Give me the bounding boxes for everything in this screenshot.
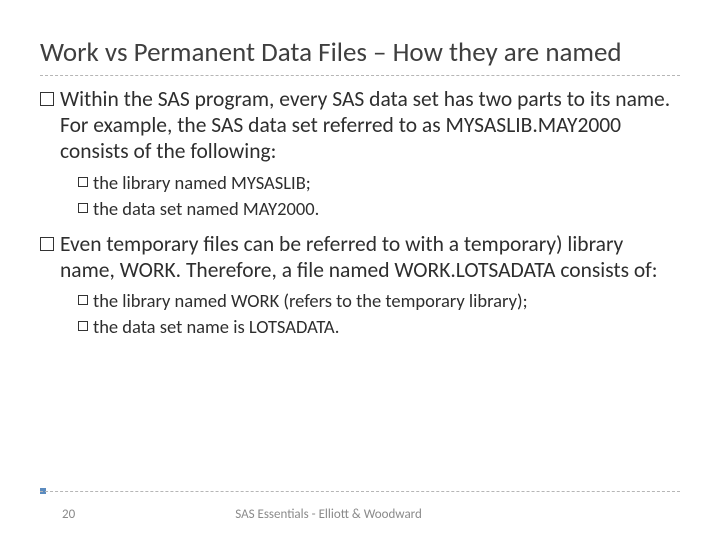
page-number: 20 — [62, 507, 75, 522]
subbullet-text: the library named WORK (refers to the te… — [93, 289, 680, 313]
bullet-level2: the data set named MAY2000. — [78, 197, 680, 221]
square-bullet-icon — [40, 237, 54, 251]
subbullet-text: the data set name is LOTSADATA. — [93, 315, 680, 339]
slide-content: Within the SAS program, every SAS data s… — [40, 86, 680, 339]
bullet-text: Within the SAS program, every SAS data s… — [60, 86, 680, 165]
bullet-level2: the data set name is LOTSADATA. — [78, 315, 680, 339]
square-bullet-icon — [78, 321, 88, 331]
title-divider — [40, 75, 680, 76]
square-bullet-icon — [78, 203, 88, 213]
bullet-level1: Even temporary files can be referred to … — [40, 231, 680, 283]
footer-divider — [40, 491, 680, 492]
sublist: the library named MYSASLIB; the data set… — [78, 171, 680, 221]
bullet-text: Even temporary files can be referred to … — [60, 231, 680, 283]
slide-title: Work vs Permanent Data Files – How they … — [40, 36, 680, 69]
subbullet-text: the library named MYSASLIB; — [93, 171, 680, 195]
sublist: the library named WORK (refers to the te… — [78, 289, 680, 339]
bullet-level2: the library named WORK (refers to the te… — [78, 289, 680, 313]
subbullet-text: the data set named MAY2000. — [93, 197, 680, 221]
square-bullet-icon — [40, 92, 54, 106]
footer: 20 SAS Essentials - Elliott & Woodward — [40, 507, 680, 522]
square-bullet-icon — [78, 177, 88, 187]
slide: Work vs Permanent Data Files – How they … — [0, 0, 720, 540]
square-bullet-icon — [78, 295, 88, 305]
footer-text: SAS Essentials - Elliott & Woodward — [235, 507, 680, 522]
bullet-level1: Within the SAS program, every SAS data s… — [40, 86, 680, 165]
bullet-level2: the library named MYSASLIB; — [78, 171, 680, 195]
